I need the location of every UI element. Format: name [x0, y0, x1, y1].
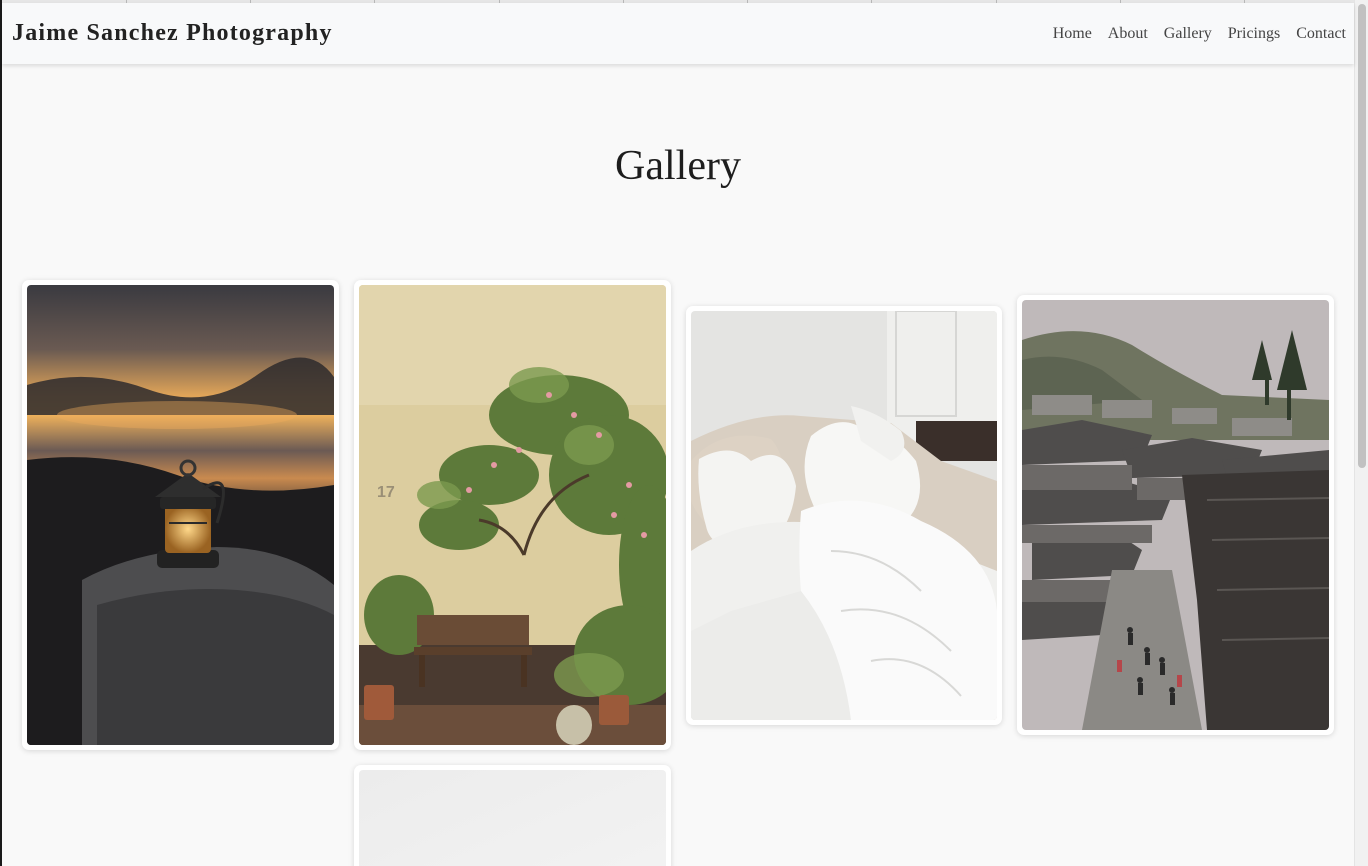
site-brand[interactable]: Jaime Sanchez Photography [12, 20, 333, 47]
gallery-card[interactable]: 17 [354, 280, 671, 750]
top-navbar: Jaime Sanchez Photography Home About Gal… [2, 3, 1354, 64]
gallery-card[interactable] [1017, 295, 1334, 735]
placeholder-photo [359, 770, 666, 866]
page-title: Gallery [615, 143, 741, 189]
nav-home-link[interactable]: Home [1053, 25, 1092, 43]
svg-text:17: 17 [377, 484, 395, 501]
gallery-card[interactable] [22, 280, 339, 750]
page-scrollbar[interactable] [1354, 0, 1368, 866]
old-town-street-photo [1022, 300, 1329, 730]
garden-bench-photo: 17 [359, 285, 666, 745]
nav-menu: Home About Gallery Pricings Contact [1053, 25, 1346, 43]
lantern-photo [27, 285, 334, 745]
nav-gallery-link[interactable]: Gallery [1164, 25, 1212, 43]
nav-contact-link[interactable]: Contact [1296, 25, 1346, 43]
gallery-card[interactable] [686, 306, 1002, 725]
window-edge [0, 0, 2, 866]
nav-about-link[interactable]: About [1108, 25, 1148, 43]
scrollbar-thumb[interactable] [1358, 4, 1366, 468]
bed-pillows-photo [691, 311, 997, 720]
gallery-card[interactable] [354, 765, 671, 866]
nav-pricings-link[interactable]: Pricings [1228, 25, 1280, 43]
